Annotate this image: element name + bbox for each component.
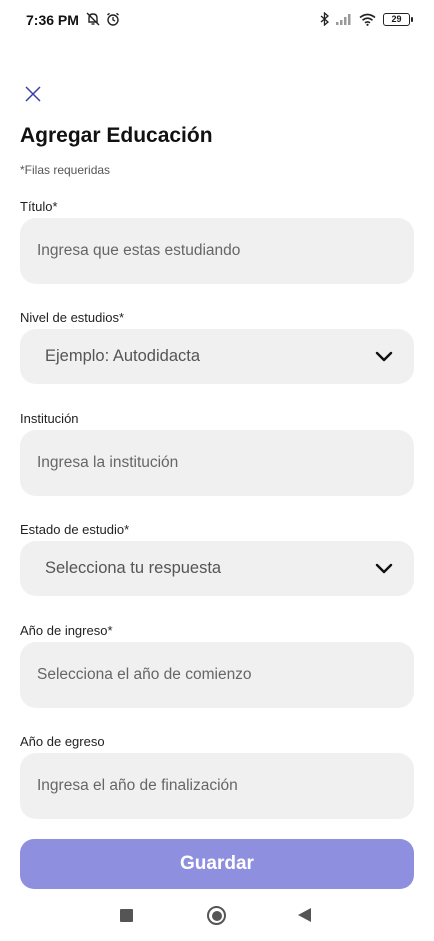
estado-select[interactable]: Selecciona tu respuesta [20, 541, 414, 596]
chevron-down-icon [374, 347, 394, 367]
signal-icon [336, 14, 351, 25]
ingreso-input[interactable] [20, 642, 414, 708]
back-icon[interactable] [298, 908, 311, 922]
status-time: 7:36 PM [26, 12, 79, 28]
status-right-icons: 29 [320, 12, 413, 26]
status-bar: 7:36 PM 29 [0, 0, 434, 40]
mute-icon [86, 12, 100, 26]
institucion-label: Institución [20, 411, 79, 426]
chevron-down-icon [374, 559, 394, 579]
home-icon[interactable] [207, 906, 226, 925]
egreso-input[interactable] [20, 753, 414, 819]
bluetooth-icon [320, 12, 329, 26]
institucion-input[interactable] [20, 430, 414, 496]
ingreso-label: Año de ingreso* [20, 623, 113, 638]
nivel-label: Nivel de estudios* [20, 310, 125, 325]
titulo-input[interactable] [20, 218, 414, 284]
page-title: Agregar Educación [20, 124, 213, 147]
estado-select-value: Selecciona tu respuesta [45, 559, 222, 577]
status-left-icons [86, 12, 120, 26]
egreso-label: Año de egreso [20, 734, 105, 749]
recents-icon[interactable] [120, 909, 133, 922]
save-button[interactable]: Guardar [20, 839, 414, 889]
wifi-icon [359, 13, 376, 26]
navigation-bar [0, 896, 434, 941]
nivel-select-value: Ejemplo: Autodidacta [45, 347, 201, 365]
estado-label: Estado de estudio* [20, 522, 130, 537]
nivel-select[interactable]: Ejemplo: Autodidacta [20, 329, 414, 384]
alarm-icon [107, 12, 119, 26]
battery-level: 29 [391, 13, 402, 24]
titulo-label: Título* [20, 199, 58, 214]
close-icon [25, 86, 41, 102]
battery-icon: 29 [383, 12, 413, 26]
required-note: *Filas requeridas [20, 163, 111, 177]
close-button[interactable] [22, 83, 44, 105]
